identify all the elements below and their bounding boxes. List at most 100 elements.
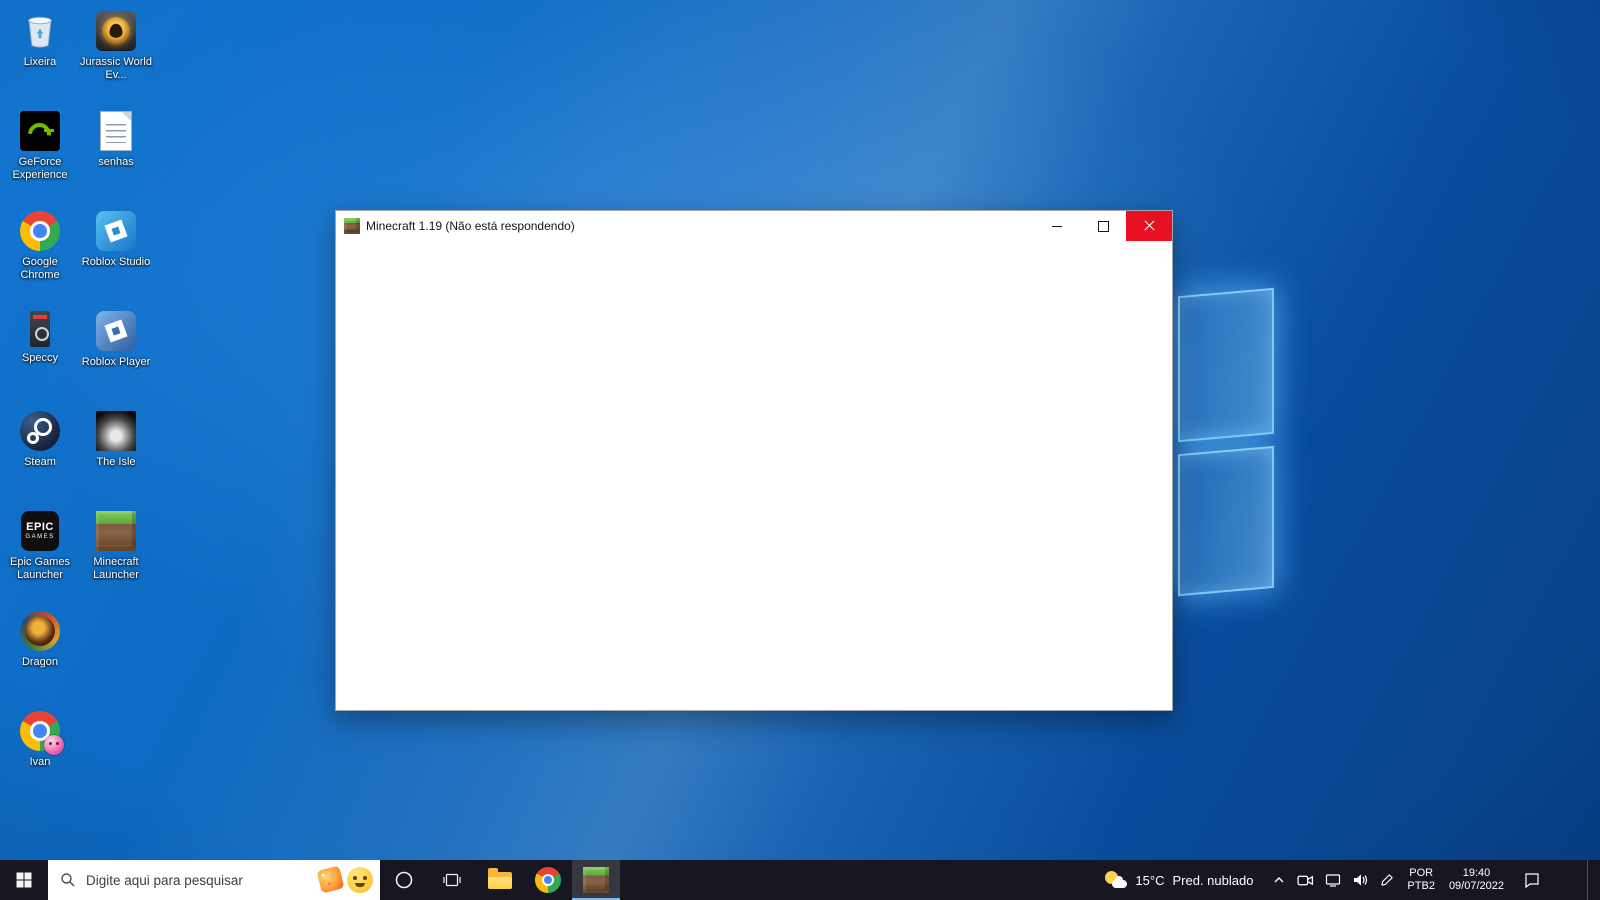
roblox-player-icon [96,311,136,351]
desktop-icon-label: Minecraft Launcher [93,556,139,581]
close-button[interactable] [1126,211,1172,241]
maximize-button[interactable] [1080,211,1126,241]
desktop-icon-label: Roblox Studio [81,256,151,268]
chrome-taskbar-button[interactable] [524,860,572,900]
desktop-icon-epic-games-launcher[interactable]: EPIC GAMES Epic Games Launcher [2,506,78,605]
desktop-icon-roblox-studio[interactable]: Roblox Studio [78,206,154,305]
cortana-button[interactable] [380,860,428,900]
search-icon [61,873,75,887]
taskbar-search[interactable] [48,860,380,900]
steam-icon [20,411,60,451]
minimize-button[interactable] [1034,211,1080,241]
desktop-screen: Lixeira GeForce Experience Google Chrome… [0,0,1600,900]
desktop-icon-lixeira[interactable]: Lixeira [2,6,78,105]
start-button[interactable] [0,860,48,900]
recycle-bin-icon [18,9,62,53]
desktop-icon-label: Ivan [29,756,51,768]
chevron-up-icon [1274,877,1284,883]
clock[interactable]: 19:40 09/07/2022 [1442,867,1511,893]
taskbar: 15°C Pred. nublado [0,860,1600,900]
desktop-icon-label: Dragon [21,656,59,668]
pen-button[interactable] [1373,860,1400,900]
window-titlebar[interactable]: Minecraft 1.19 (Não está respondendo) [336,211,1172,241]
desktop-icon-steam[interactable]: Steam [2,406,78,505]
keyboard-layout: PTB2 [1407,880,1435,892]
pen-icon [1381,873,1394,886]
weather-condition: Pred. nublado [1172,872,1254,888]
desktop-icon-google-chrome[interactable]: Google Chrome [2,206,78,305]
weather-temp: 15°C [1135,872,1165,888]
clock-date: 09/07/2022 [1448,880,1504,892]
task-view-button[interactable] [428,860,476,900]
desktop-icon-label: Jurassic World Ev... [80,56,152,81]
desktop-icon-roblox-player[interactable]: Roblox Player [78,306,154,405]
window-title: Minecraft 1.19 (Não está respondendo) [366,219,575,233]
desktop-icon-speccy[interactable]: Speccy [2,306,78,405]
speccy-icon [20,309,60,349]
meet-now-button[interactable] [1292,860,1319,900]
windows-logo-pane [1178,287,1274,443]
weather-icon [1105,871,1128,889]
file-explorer-icon [488,867,512,889]
minecraft-grass-block-icon [583,867,609,893]
chrome-icon [20,211,60,251]
chrome-icon [535,867,561,893]
minimize-icon [1052,225,1062,227]
desktop-icon-grid: Lixeira GeForce Experience Google Chrome… [2,6,154,806]
the-isle-icon [96,411,136,451]
epic-icon-text: EPIC [26,521,54,533]
profile-badge-icon [44,735,64,755]
language-indicator[interactable]: POR PTB2 [1400,867,1442,893]
desktop-icon-geforce-experience[interactable]: GeForce Experience [2,106,78,205]
video-camera-icon [1297,875,1314,885]
speaker-icon [1353,874,1368,886]
windows-logo-wallpaper [1054,287,1290,607]
volume-button[interactable] [1346,860,1373,900]
desktop-icon-label: Google Chrome [20,256,60,281]
network-icon [1325,874,1341,887]
desktop-icon-label: Epic Games Launcher [10,556,70,581]
clock-time: 19:40 [1462,867,1491,879]
minecraft-taskbar-button[interactable] [572,860,620,900]
weather-widget[interactable]: 15°C Pred. nublado [1093,860,1265,900]
minecraft-grass-block-icon [96,511,136,551]
windows-logo-pane [1178,445,1274,597]
action-center-button[interactable] [1511,860,1553,900]
desktop-icon-the-isle[interactable]: The Isle [78,406,154,505]
desktop-icon-senhas[interactable]: senhas [78,106,154,205]
geforce-icon [20,111,60,151]
window-content [336,241,1172,710]
minecraft-app-icon [344,218,360,234]
task-view-icon [443,873,461,887]
desktop-icon-jurassic-world[interactable]: Jurassic World Ev... [78,6,154,105]
desktop-icon-dragon[interactable]: Dragon [2,606,78,705]
search-highlights-icon[interactable] [316,860,380,900]
desktop-icon-ivan[interactable]: Ivan [2,706,78,805]
windows-logo-icon [16,872,32,888]
cortana-icon [395,871,413,889]
action-center-icon [1525,873,1539,889]
desktop-icon-label: Speccy [21,352,59,364]
desktop-icon-minecraft-launcher[interactable]: Minecraft Launcher [78,506,154,605]
roblox-studio-icon [96,211,136,251]
tray-overflow-button[interactable] [1265,860,1292,900]
search-input[interactable] [76,871,316,889]
text-document-icon [100,111,132,151]
dragon-icon [20,611,60,651]
epic-icon-text: GAMES [25,534,55,540]
desktop-icon-label: Lixeira [23,56,57,68]
desktop-icon-label: GeForce Experience [12,156,68,181]
desktop-icon-label: Steam [24,456,56,468]
file-explorer-button[interactable] [476,860,524,900]
show-desktop-button[interactable] [1587,860,1596,900]
minecraft-window: Minecraft 1.19 (Não está respondendo) [335,210,1173,711]
jurassic-world-icon [96,11,136,51]
desktop-icon-label: Roblox Player [81,356,151,368]
system-tray: 15°C Pred. nublado POR PTB2 19:40 09/07/… [1093,860,1600,900]
epic-games-icon: EPIC GAMES [21,511,59,551]
language-code: POR [1409,867,1434,879]
desktop-icon-label: The Isle [96,456,136,468]
maximize-icon [1097,220,1109,232]
desktop-icon-label: senhas [98,156,134,168]
network-button[interactable] [1319,860,1346,900]
